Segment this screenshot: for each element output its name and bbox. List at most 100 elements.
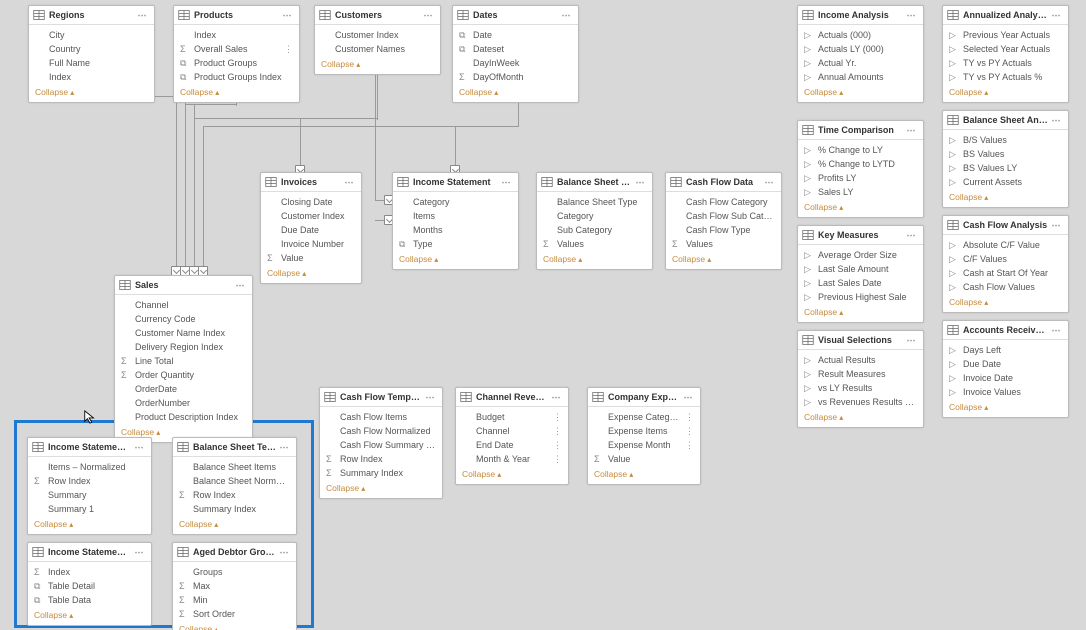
field-row[interactable]: Expense Category⋮ xyxy=(588,410,700,424)
field-row[interactable]: ▷vs Revenues Results (%) xyxy=(798,395,923,409)
collapse-link[interactable]: Collapse xyxy=(173,621,296,630)
entity-header[interactable]: Cash Flow Analysis⋯ xyxy=(943,216,1068,235)
entity-header[interactable]: Channel Revenues⋯ xyxy=(456,388,568,407)
field-row[interactable]: ΣValue xyxy=(588,452,700,466)
field-row[interactable]: Groups xyxy=(173,565,296,579)
entity-visual-sel[interactable]: Visual Selections⋯▷Actual Results▷Result… xyxy=(797,330,924,428)
entity-channel-rev[interactable]: Channel Revenues⋯Budget⋮Channel⋮End Date… xyxy=(455,387,569,485)
more-icon[interactable]: ⋯ xyxy=(134,10,150,21)
field-row[interactable]: Expense Items⋮ xyxy=(588,424,700,438)
collapse-link[interactable]: Collapse xyxy=(798,84,923,102)
entity-header[interactable]: Sales⋯ xyxy=(115,276,252,295)
field-row[interactable]: ▷Current Assets xyxy=(943,175,1068,189)
entity-header[interactable]: Income Statement Templ…⋯ xyxy=(28,438,151,457)
field-row[interactable]: DayInWeek xyxy=(453,56,578,70)
field-row[interactable]: ▷Cash Flow Values xyxy=(943,280,1068,294)
field-row[interactable]: ΣSummary Index xyxy=(320,466,442,480)
field-row[interactable]: ▷BS Values LY xyxy=(943,161,1068,175)
more-icon[interactable]: ⋯ xyxy=(131,547,147,558)
field-row[interactable]: Country xyxy=(29,42,154,56)
field-row[interactable]: ▷% Change to LY xyxy=(798,143,923,157)
collapse-link[interactable]: Collapse xyxy=(666,251,781,269)
field-row[interactable]: ▷Actual Results xyxy=(798,353,923,367)
entity-header[interactable]: Company Expenses⋯ xyxy=(588,388,700,407)
field-row[interactable]: Index xyxy=(29,70,154,84)
field-row[interactable]: ΣRow Index xyxy=(320,452,442,466)
model-canvas[interactable]: Regions⋯CityCountryFull NameIndexCollaps… xyxy=(0,0,1086,630)
entity-sales[interactable]: Sales⋯ChannelCurrency CodeCustomer Name … xyxy=(114,275,253,443)
collapse-link[interactable]: Collapse xyxy=(943,189,1068,207)
more-icon[interactable]: ⋯ xyxy=(420,10,436,21)
field-row[interactable]: ▷Invoice Date xyxy=(943,371,1068,385)
more-icon[interactable]: ⋯ xyxy=(1048,220,1064,231)
entity-header[interactable]: Cash Flow Template⋯ xyxy=(320,388,442,407)
field-row[interactable]: ▷Absolute C/F Value xyxy=(943,238,1068,252)
entity-balance-data[interactable]: Balance Sheet Data⋯Balance Sheet TypeCat… xyxy=(536,172,653,270)
entity-header[interactable]: Balance Sheet Analysis⋯ xyxy=(943,111,1068,130)
collapse-link[interactable]: Collapse xyxy=(798,304,923,322)
field-row[interactable]: City xyxy=(29,28,154,42)
field-row[interactable]: Cash Flow Normalized xyxy=(320,424,442,438)
entity-header[interactable]: Dates⋯ xyxy=(453,6,578,25)
collapse-link[interactable]: Collapse xyxy=(943,399,1068,417)
field-row[interactable]: Items – Normalized xyxy=(28,460,151,474)
field-row[interactable]: ▷Invoice Values xyxy=(943,385,1068,399)
more-icon[interactable]: ⋯ xyxy=(498,177,514,188)
field-row[interactable]: Currency Code xyxy=(115,312,252,326)
field-row[interactable]: ▷TY vs PY Actuals % xyxy=(943,70,1068,84)
entity-income-stmt[interactable]: Income Statement⋯CategoryItemsMonths⧉Typ… xyxy=(392,172,519,270)
entity-header[interactable]: Products⋯ xyxy=(174,6,299,25)
collapse-link[interactable]: Collapse xyxy=(393,251,518,269)
more-icon[interactable]: ⋯ xyxy=(276,442,292,453)
entity-accounts-rec[interactable]: Accounts Receivable⋯▷Days Left▷Due Date▷… xyxy=(942,320,1069,418)
field-row[interactable]: Channel⋮ xyxy=(456,424,568,438)
field-row[interactable]: Budget⋮ xyxy=(456,410,568,424)
field-row[interactable]: Summary 1 xyxy=(28,502,151,516)
entity-inc-stmt-visual[interactable]: Income Statement Visual⋯ΣIndex⧉Table Det… xyxy=(27,542,152,626)
field-row[interactable]: Full Name xyxy=(29,56,154,70)
entity-header[interactable]: Balance Sheet Template⋯ xyxy=(173,438,296,457)
field-row[interactable]: ▷Last Sale Amount xyxy=(798,262,923,276)
more-icon[interactable]: ⋯ xyxy=(279,10,295,21)
entity-cf-analysis[interactable]: Cash Flow Analysis⋯ ▷Absolute C/F Value ▷C… xyxy=(942,215,1069,313)
entity-cashflow-data[interactable]: Cash Flow Data⋯Cash Flow CategoryCash Fl… xyxy=(665,172,782,270)
field-row[interactable]: Cash Flow Items xyxy=(320,410,442,424)
collapse-link[interactable]: Collapse xyxy=(29,84,154,102)
more-icon[interactable]: ⋯ xyxy=(341,177,357,188)
entity-header[interactable]: Annualized Analysis⋯ xyxy=(943,6,1068,25)
field-row[interactable]: Due Date xyxy=(261,223,361,237)
field-row[interactable]: Balance Sheet Normalized xyxy=(173,474,296,488)
field-row[interactable]: OrderNumber xyxy=(115,396,252,410)
field-row[interactable]: ⧉Date xyxy=(453,28,578,42)
field-row[interactable]: Category xyxy=(393,195,518,209)
field-row[interactable]: ▷Profits LY xyxy=(798,171,923,185)
field-row[interactable]: Closing Date xyxy=(261,195,361,209)
entity-key-measures[interactable]: Key Measures⋯▷Average Order Size▷Last Sa… xyxy=(797,225,924,323)
field-row[interactable]: Cash Flow Summary Items xyxy=(320,438,442,452)
collapse-link[interactable]: Collapse xyxy=(798,409,923,427)
entity-header[interactable]: Accounts Receivable⋯ xyxy=(943,321,1068,340)
field-row[interactable]: ▷Last Sales Date xyxy=(798,276,923,290)
entity-inc-stmt-tpl[interactable]: Income Statement Templ…⋯ Items – Normaliz… xyxy=(27,437,152,535)
collapse-link[interactable]: Collapse xyxy=(456,466,568,484)
field-row[interactable]: Delivery Region Index xyxy=(115,340,252,354)
more-icon[interactable]: ⋯ xyxy=(1048,10,1064,21)
field-row[interactable]: ▷BS Values xyxy=(943,147,1068,161)
entity-annualized[interactable]: Annualized Analysis⋯▷Previous Year Actua… xyxy=(942,5,1069,103)
field-row[interactable]: ΣOverall Sales⋮ xyxy=(174,42,299,56)
more-icon[interactable]: ⋯ xyxy=(1048,325,1064,336)
more-icon[interactable]: ⋯ xyxy=(558,10,574,21)
field-row[interactable]: Cash Flow Sub Category xyxy=(666,209,781,223)
collapse-link[interactable]: Collapse xyxy=(173,516,296,534)
field-row[interactable]: ▷Actuals LY (000) xyxy=(798,42,923,56)
field-row[interactable]: ⧉Table Data xyxy=(28,593,151,607)
more-icon[interactable]: ⋯ xyxy=(548,392,564,403)
field-row[interactable]: Cash Flow Category xyxy=(666,195,781,209)
entity-company-exp[interactable]: Company Expenses⋯ Expense Category⋮Expens… xyxy=(587,387,701,485)
field-row[interactable]: ΣValues xyxy=(537,237,652,251)
field-row[interactable]: ⧉Product Groups xyxy=(174,56,299,70)
field-row[interactable]: ▷Sales LY xyxy=(798,185,923,199)
entity-header[interactable]: Visual Selections⋯ xyxy=(798,331,923,350)
entity-bal-analysis[interactable]: Balance Sheet Analysis⋯▷B/S Values▷BS Va… xyxy=(942,110,1069,208)
field-row[interactable]: ΣValues xyxy=(666,237,781,251)
